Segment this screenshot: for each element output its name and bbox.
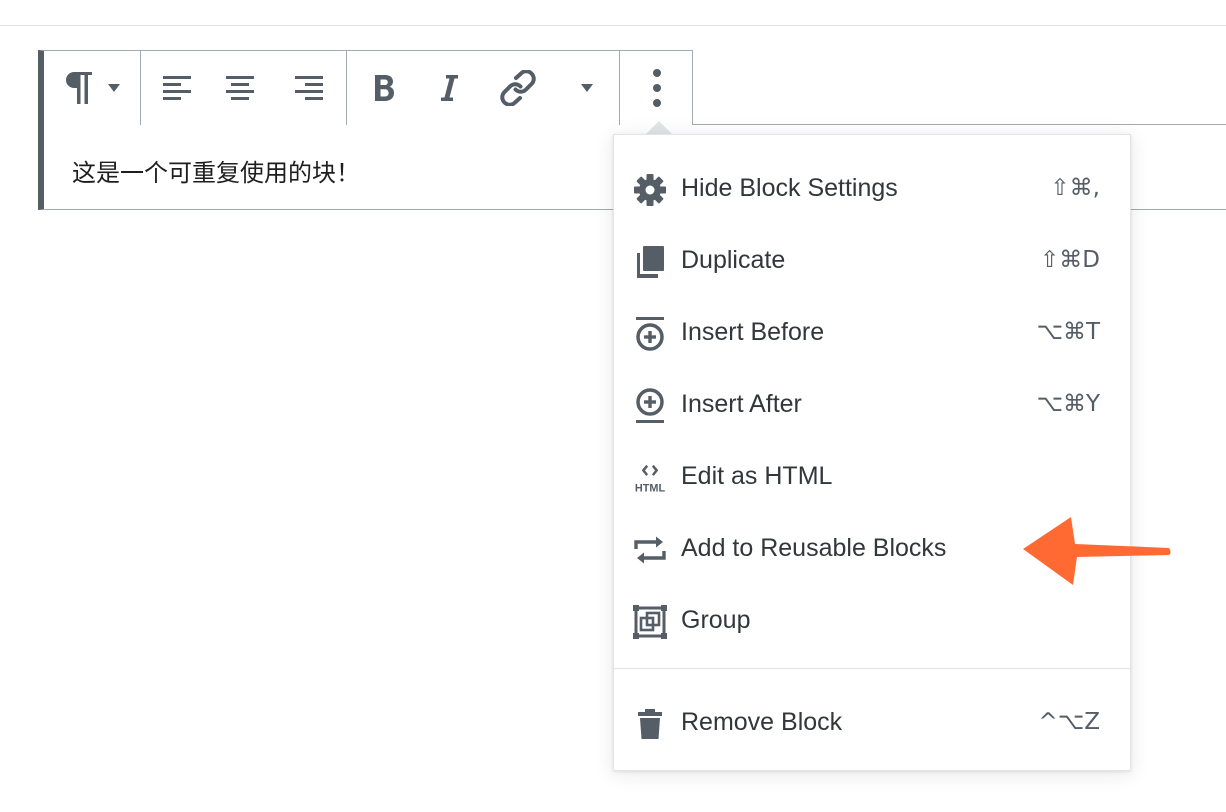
link-icon xyxy=(500,70,536,106)
paragraph-icon xyxy=(66,72,92,104)
menu-item-duplicate[interactable]: Duplicate ⇧⌘D xyxy=(614,228,1130,292)
block-toolbar xyxy=(38,50,693,125)
formatting-group xyxy=(347,51,620,125)
html-icon: HTML xyxy=(632,460,668,496)
align-center-button[interactable] xyxy=(207,51,273,125)
menu-item-shortcut: ⌥⌘T xyxy=(1036,319,1100,345)
menu-item-shortcut: ^⌥Z xyxy=(1038,709,1100,735)
menu-item-label: Remove Block xyxy=(681,708,843,736)
chevron-down-icon xyxy=(108,84,120,92)
header-divider xyxy=(0,25,1226,26)
align-right-icon xyxy=(295,76,323,100)
menu-item-label: Insert After xyxy=(681,390,802,418)
align-center-icon xyxy=(226,76,254,100)
menu-caret xyxy=(645,121,673,135)
italic-button[interactable] xyxy=(417,51,483,125)
alignment-group xyxy=(141,51,347,125)
italic-icon xyxy=(441,75,458,101)
menu-item-label: Add to Reusable Blocks xyxy=(681,534,947,562)
reusable-block-icon xyxy=(632,532,668,568)
more-options-group xyxy=(620,51,693,125)
html-icon-text: HTML xyxy=(635,482,666,494)
insert-after-icon xyxy=(632,388,668,424)
menu-separator xyxy=(614,668,1130,669)
link-button[interactable] xyxy=(483,51,553,125)
block-switcher-group xyxy=(44,51,141,125)
menu-item-group[interactable]: Group xyxy=(614,588,1130,652)
more-options-button[interactable] xyxy=(620,51,693,125)
align-left-button[interactable] xyxy=(141,51,213,125)
gear-icon xyxy=(632,172,668,208)
menu-item-label: Edit as HTML xyxy=(681,462,833,490)
insert-before-icon xyxy=(632,316,668,352)
menu-item-label: Duplicate xyxy=(681,246,786,274)
annotation-arrow-icon xyxy=(1023,517,1171,585)
vertical-ellipsis-icon xyxy=(652,69,661,107)
menu-item-label: Hide Block Settings xyxy=(681,174,898,202)
menu-item-insert-before[interactable]: Insert Before ⌥⌘T xyxy=(614,300,1130,364)
menu-item-edit-as-html[interactable]: HTML Edit as HTML xyxy=(614,444,1130,508)
bold-button[interactable] xyxy=(347,51,421,125)
menu-item-shortcut: ⌥⌘Y xyxy=(1036,391,1100,417)
block-type-switcher-button[interactable] xyxy=(44,51,141,125)
menu-item-label: Insert Before xyxy=(681,318,825,346)
block-settings-menu: Hide Block Settings ⇧⌘, Duplicate ⇧⌘D In… xyxy=(613,134,1131,771)
menu-item-label: Group xyxy=(681,606,751,634)
menu-item-hide-block-settings[interactable]: Hide Block Settings ⇧⌘, xyxy=(614,156,1130,220)
more-rich-text-button[interactable] xyxy=(557,51,617,125)
trash-icon xyxy=(632,706,668,742)
block-content[interactable]: 这是一个可重复使用的块！ xyxy=(72,153,360,188)
menu-item-insert-after[interactable]: Insert After ⌥⌘Y xyxy=(614,372,1130,436)
bold-icon xyxy=(375,75,394,101)
chevron-down-icon xyxy=(581,84,593,92)
group-icon xyxy=(632,604,668,640)
editor-canvas: 这是一个可重复使用的块！ Hide Block Settings ⇧⌘, Dup… xyxy=(0,0,1226,812)
menu-item-remove-block[interactable]: Remove Block ^⌥Z xyxy=(614,690,1130,754)
duplicate-icon xyxy=(632,244,668,280)
align-right-button[interactable] xyxy=(273,51,345,125)
align-left-icon xyxy=(163,76,191,100)
menu-item-shortcut: ⇧⌘, xyxy=(1050,175,1100,201)
menu-item-shortcut: ⇧⌘D xyxy=(1040,247,1100,273)
